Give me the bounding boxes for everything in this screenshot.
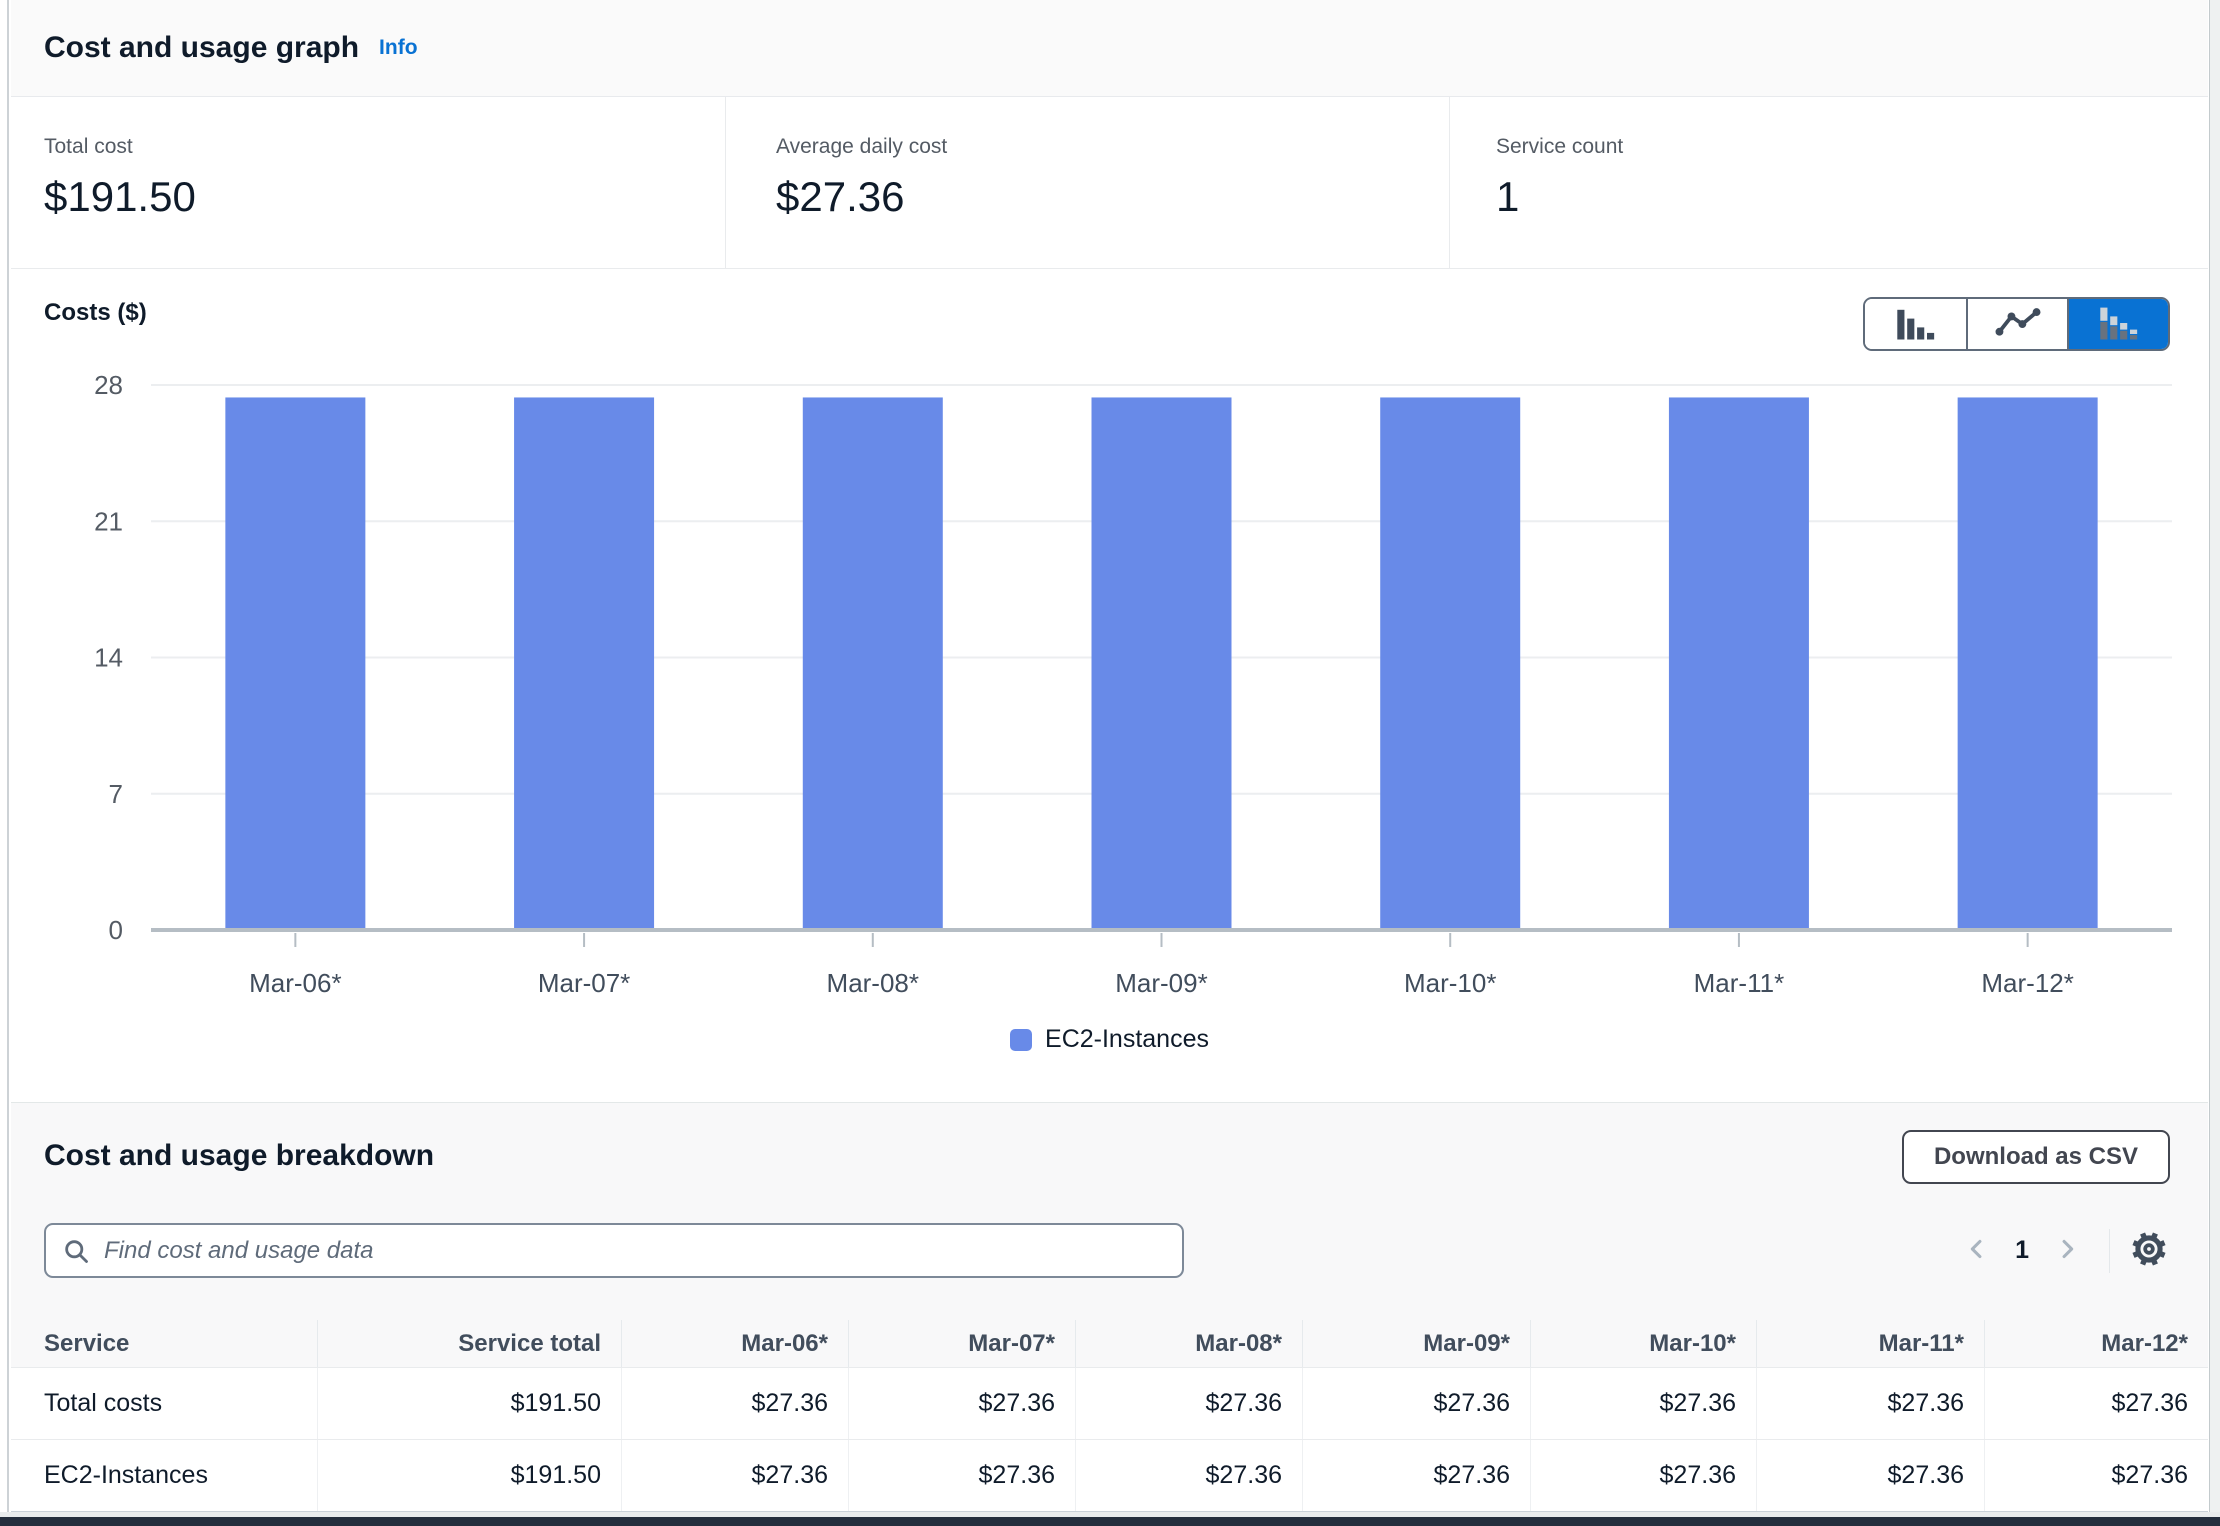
column-header-mar-06-: Mar-06* bbox=[622, 1320, 849, 1367]
cost-breakdown-table: ServiceService totalMar-06*Mar-07*Mar-08… bbox=[11, 1320, 2208, 1512]
table-row: Total costs$191.50$27.36$27.36$27.36$27.… bbox=[11, 1368, 2208, 1440]
download-csv-button[interactable]: Download as CSV bbox=[1902, 1130, 2170, 1184]
stat-service-count: Service count 1 bbox=[1449, 97, 2208, 268]
current-page-number[interactable]: 1 bbox=[1999, 1236, 2045, 1265]
x-axis-label: Mar-10* bbox=[1404, 968, 1496, 998]
stat-label: Average daily cost bbox=[776, 135, 1449, 159]
bar-chart-toggle-button[interactable] bbox=[1865, 299, 1966, 349]
cost-value-cell: $27.36 bbox=[1757, 1368, 1985, 1439]
pager-divider bbox=[2109, 1229, 2110, 1273]
table-settings-button[interactable] bbox=[2130, 1230, 2168, 1271]
cost-value-cell: $27.36 bbox=[1531, 1368, 1757, 1439]
cost-value-cell: $27.36 bbox=[622, 1368, 849, 1439]
bar-Mar-09*[interactable] bbox=[1092, 397, 1232, 930]
console-footer-bar bbox=[0, 1517, 2220, 1526]
column-header-mar-08-: Mar-08* bbox=[1076, 1320, 1303, 1367]
column-header-mar-12-: Mar-12* bbox=[1985, 1320, 2208, 1367]
page-right-edge bbox=[2209, 0, 2220, 1517]
chart-type-toggle bbox=[1863, 297, 2170, 351]
y-axis-label: 28 bbox=[94, 370, 123, 400]
cost-value-cell: $27.36 bbox=[1985, 1368, 2208, 1439]
legend-label[interactable]: EC2-Instances bbox=[1045, 1025, 1209, 1054]
bar-Mar-12*[interactable] bbox=[1958, 397, 2098, 930]
cost-value-cell: $27.36 bbox=[1985, 1440, 2208, 1511]
cost-value-cell: $27.36 bbox=[1303, 1440, 1531, 1511]
search-icon bbox=[62, 1237, 90, 1265]
bar-Mar-11*[interactable] bbox=[1669, 397, 1809, 930]
cost-value-cell: $191.50 bbox=[318, 1440, 622, 1511]
stacked-bar-chart-icon bbox=[2097, 303, 2141, 346]
x-axis-label: Mar-06* bbox=[249, 968, 341, 998]
breakdown-title: Cost and usage breakdown bbox=[44, 1139, 434, 1173]
settings-gear-icon bbox=[2130, 1230, 2168, 1271]
next-page-button[interactable] bbox=[2045, 1235, 2089, 1266]
stacked-bar-chart-toggle-button[interactable] bbox=[2067, 299, 2168, 349]
cost-value-cell: $27.36 bbox=[1076, 1440, 1303, 1511]
line-chart-toggle-button[interactable] bbox=[1966, 299, 2067, 349]
cost-value-cell: $191.50 bbox=[318, 1368, 622, 1439]
column-header-service: Service bbox=[11, 1320, 318, 1367]
chart-section: Costs ($) bbox=[11, 269, 2208, 1103]
panel-header: Cost and usage graph Info bbox=[11, 0, 2208, 97]
x-axis-label: Mar-12* bbox=[1981, 968, 2073, 998]
cost-value-cell: $27.36 bbox=[849, 1440, 1076, 1511]
y-axis-label: 0 bbox=[109, 915, 123, 945]
x-axis-label: Mar-08* bbox=[827, 968, 919, 998]
stat-total-cost: Total cost $191.50 bbox=[11, 97, 725, 268]
stat-label: Service count bbox=[1496, 135, 2208, 159]
column-header-mar-09-: Mar-09* bbox=[1303, 1320, 1531, 1367]
legend-swatch-ec2-instances[interactable] bbox=[1010, 1029, 1032, 1051]
cost-explorer-panel: Cost and usage graph Info Total cost $19… bbox=[11, 0, 2208, 1517]
service-name-cell: Total costs bbox=[11, 1368, 318, 1439]
page-left-edge bbox=[0, 0, 9, 1517]
y-axis-label: 7 bbox=[109, 779, 123, 809]
pagination: 1 bbox=[1955, 1223, 2168, 1278]
info-link[interactable]: Info bbox=[379, 36, 417, 60]
breakdown-section: Cost and usage breakdown Download as CSV… bbox=[11, 1103, 2208, 1517]
next-page-icon bbox=[2053, 1235, 2081, 1266]
column-header-mar-10-: Mar-10* bbox=[1531, 1320, 1757, 1367]
bar-chart-icon bbox=[1894, 303, 1938, 346]
stat-value: 1 bbox=[1496, 173, 2208, 221]
cost-value-cell: $27.36 bbox=[1531, 1440, 1757, 1511]
x-axis-label: Mar-07* bbox=[538, 968, 630, 998]
search-box bbox=[44, 1223, 1184, 1278]
stat-label: Total cost bbox=[44, 135, 725, 159]
column-header-mar-11-: Mar-11* bbox=[1757, 1320, 1985, 1367]
cost-value-cell: $27.36 bbox=[849, 1368, 1076, 1439]
chart-legend: EC2-Instances bbox=[11, 1025, 2208, 1054]
page-title: Cost and usage graph bbox=[44, 31, 359, 65]
table-body: Total costs$191.50$27.36$27.36$27.36$27.… bbox=[11, 1368, 2208, 1512]
cost-bar-chart: Mar-06* Mar-07* Mar-08* Mar-09* Mar-10* Mar-1… bbox=[44, 361, 2184, 1021]
cost-value-cell: $27.36 bbox=[622, 1440, 849, 1511]
cost-value-cell: $27.36 bbox=[1076, 1368, 1303, 1439]
previous-page-icon bbox=[1963, 1235, 1991, 1266]
stat-value: $191.50 bbox=[44, 173, 725, 221]
column-header-service-total: Service total bbox=[318, 1320, 622, 1367]
chart-axis-title: Costs ($) bbox=[44, 299, 147, 327]
y-axis-label: 21 bbox=[94, 506, 123, 536]
line-chart-icon bbox=[1994, 305, 2042, 344]
x-axis-label: Mar-11* bbox=[1694, 968, 1785, 998]
summary-stats-row: Total cost $191.50 Average daily cost $2… bbox=[11, 97, 2208, 269]
stat-value: $27.36 bbox=[776, 173, 1449, 221]
search-input[interactable] bbox=[90, 1225, 1182, 1276]
bar-Mar-06*[interactable] bbox=[225, 397, 365, 930]
bar-Mar-08*[interactable] bbox=[803, 397, 943, 930]
y-axis-label: 14 bbox=[94, 643, 123, 673]
cost-value-cell: $27.36 bbox=[1303, 1368, 1531, 1439]
table-row: EC2-Instances$191.50$27.36$27.36$27.36$2… bbox=[11, 1440, 2208, 1512]
bar-Mar-10*[interactable] bbox=[1380, 397, 1520, 930]
table-header-row: ServiceService totalMar-06*Mar-07*Mar-08… bbox=[11, 1320, 2208, 1368]
cost-value-cell: $27.36 bbox=[1757, 1440, 1985, 1511]
bar-Mar-07*[interactable] bbox=[514, 397, 654, 930]
previous-page-button[interactable] bbox=[1955, 1235, 1999, 1266]
column-header-mar-07-: Mar-07* bbox=[849, 1320, 1076, 1367]
service-name-cell: EC2-Instances bbox=[11, 1440, 318, 1511]
stat-average-daily-cost: Average daily cost $27.36 bbox=[725, 97, 1449, 268]
x-axis-label: Mar-09* bbox=[1115, 968, 1207, 998]
